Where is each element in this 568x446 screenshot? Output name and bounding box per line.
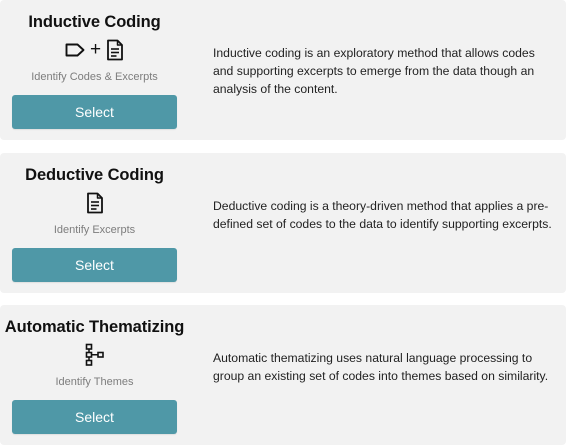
- option-description: Deductive coding is a theory-driven meth…: [213, 199, 552, 231]
- option-icons: +: [12, 39, 177, 61]
- option-icons: [12, 343, 177, 367]
- hierarchy-icon: [84, 343, 106, 367]
- option-summary: Automatic Thematizing Identify Themes Se…: [5, 305, 184, 445]
- option-title: Automatic Thematizing: [4, 318, 185, 336]
- select-automatic-thematizing-button[interactable]: Select: [12, 400, 177, 434]
- document-icon: [85, 192, 105, 214]
- option-subtitle: Identify Excerpts: [53, 224, 136, 236]
- option-description: Inductive coding is an exploratory metho…: [213, 46, 535, 96]
- option-title: Deductive Coding: [25, 166, 164, 184]
- document-icon: [105, 39, 125, 61]
- option-title: Inductive Coding: [28, 13, 161, 31]
- plus-sign: +: [89, 39, 102, 60]
- option-card-inductive-coding: Inductive Coding + Identify Codes & Exce…: [0, 0, 566, 140]
- option-card-deductive-coding: Deductive Coding Identify Excerpts Selec…: [0, 153, 566, 293]
- select-deductive-coding-button[interactable]: Select: [12, 248, 177, 282]
- option-summary: Inductive Coding + Identify Codes & Exce…: [12, 0, 177, 140]
- tag-icon: [64, 41, 86, 59]
- option-description: Automatic thematizing uses natural langu…: [213, 351, 549, 383]
- option-subtitle: Identify Codes & Excerpts: [31, 71, 158, 83]
- option-card-automatic-thematizing: Automatic Thematizing Identify Themes Se…: [0, 305, 566, 445]
- select-inductive-coding-button[interactable]: Select: [12, 95, 177, 129]
- option-subtitle: Identify Themes: [55, 376, 134, 388]
- option-icons: [12, 192, 177, 214]
- option-summary: Deductive Coding Identify Excerpts Selec…: [12, 153, 177, 293]
